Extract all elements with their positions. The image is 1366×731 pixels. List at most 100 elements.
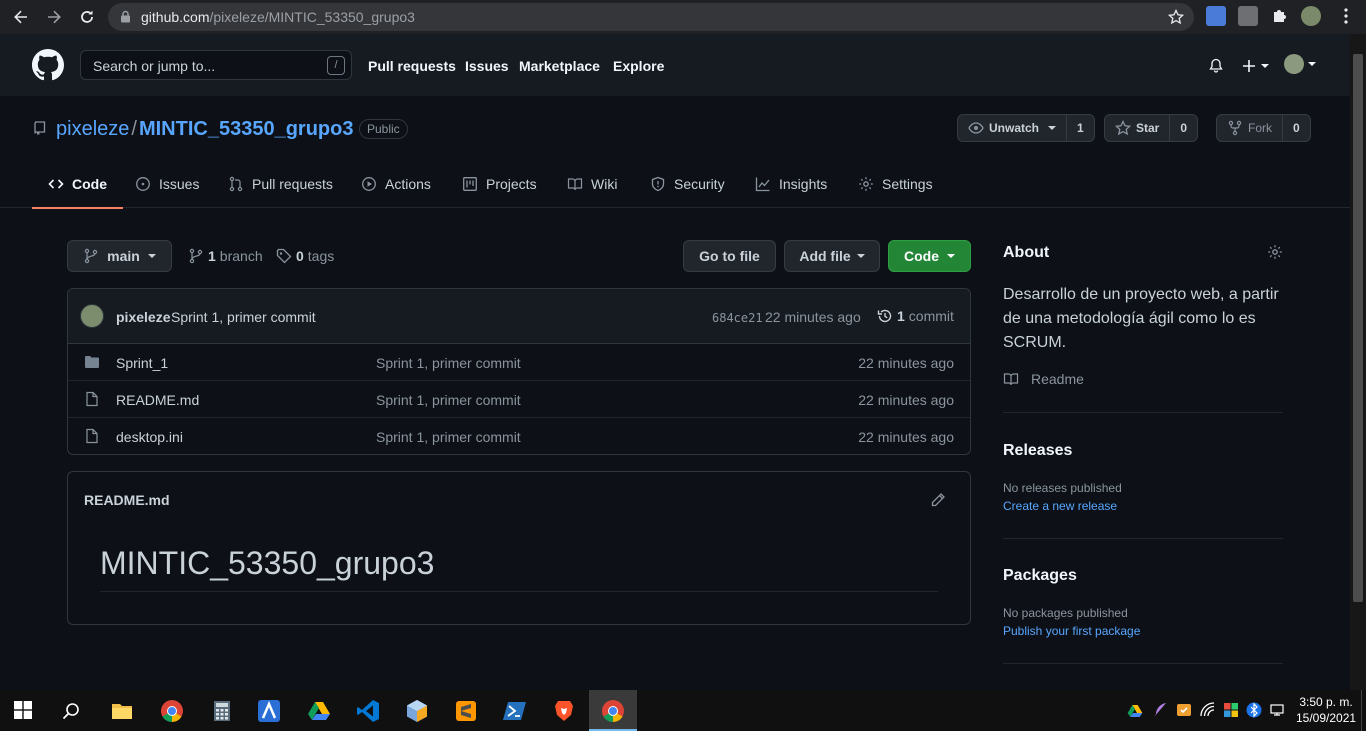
extensions-puzzle-icon[interactable] — [1270, 6, 1290, 26]
sublime-text-icon[interactable] — [454, 699, 478, 723]
releases-heading[interactable]: Releases — [1003, 442, 1072, 460]
watch-count[interactable]: 1 — [1067, 115, 1094, 141]
search-input[interactable]: Search or jump to... / — [80, 50, 352, 80]
file-commit-message[interactable]: Sprint 1, primer commit — [376, 392, 521, 408]
user-menu-button[interactable] — [1284, 54, 1316, 74]
readme-heading: MINTIC_53350_grupo3 — [100, 545, 435, 581]
commit-author-link[interactable]: pixeleze — [116, 309, 170, 325]
file-name-link[interactable]: desktop.ini — [116, 429, 183, 445]
app-tray-icon[interactable] — [1223, 702, 1239, 718]
profile-avatar[interactable] — [1301, 6, 1321, 26]
create-new-button[interactable] — [1241, 58, 1269, 74]
avatar[interactable] — [80, 304, 104, 328]
calculator-icon[interactable] — [210, 699, 234, 723]
virtualbox-icon[interactable] — [405, 699, 429, 723]
star-count[interactable]: 0 — [1170, 115, 1197, 141]
repo-name-link[interactable]: MINTIC_53350_grupo3 — [139, 118, 354, 140]
repo-header: pixeleze / MINTIC_53350_grupo3 Public Unwa… — [0, 96, 1350, 209]
browser-toolbar: github.com/pixeleze/MINTIC_53350_grupo3 — [0, 0, 1366, 34]
packages-heading[interactable]: Packages — [1003, 567, 1077, 585]
tab-insights[interactable]: Insights — [755, 171, 827, 208]
commit-sha-link[interactable]: 684ce21 — [712, 311, 763, 325]
bookmark-star-icon[interactable] — [1168, 9, 1184, 25]
tags-link[interactable]: 0 tags — [276, 248, 334, 264]
branch-icon — [84, 248, 98, 264]
nav-issues[interactable]: Issues — [465, 58, 509, 74]
go-to-file-button[interactable]: Go to file — [683, 240, 776, 272]
commit-history-link[interactable]: 1 commit — [877, 308, 954, 324]
tab-security[interactable]: Security — [650, 171, 725, 208]
back-arrow-icon[interactable] — [9, 5, 33, 29]
chevron-down-icon — [1048, 126, 1057, 130]
google-drive-icon[interactable] — [307, 699, 331, 723]
book-icon — [567, 178, 583, 191]
screenshot-extension-icon[interactable] — [1238, 6, 1258, 26]
fork-button[interactable]: Fork — [1217, 115, 1283, 141]
file-row[interactable]: Sprint_1 Sprint 1, primer commit 22 minu… — [68, 344, 970, 381]
publish-package-link[interactable]: Publish your first package — [1003, 624, 1140, 638]
browser-menu-icon[interactable] — [1336, 6, 1356, 26]
branches-link[interactable]: 1 branch — [188, 248, 263, 264]
tab-code[interactable]: Code — [32, 171, 123, 209]
tab-label: Actions — [385, 176, 431, 192]
add-file-button[interactable]: Add file — [784, 240, 880, 272]
address-bar[interactable]: github.com/pixeleze/MINTIC_53350_grupo3 — [108, 3, 1194, 31]
feather-tray-icon[interactable] — [1152, 702, 1168, 718]
file-commit-message[interactable]: Sprint 1, primer commit — [376, 355, 521, 371]
security-tray-icon[interactable] — [1176, 702, 1192, 718]
clock[interactable]: 3:50 p. m. 15/09/2021 — [1296, 694, 1356, 726]
scrollbar-thumb[interactable] — [1353, 54, 1363, 602]
star-button[interactable]: Star — [1105, 115, 1171, 141]
unwatch-label: Unwatch — [989, 121, 1040, 135]
tab-issues[interactable]: Issues — [135, 171, 199, 208]
readme-filename[interactable]: README.md — [84, 492, 170, 508]
show-desktop-button[interactable] — [1361, 690, 1362, 731]
bell-icon[interactable] — [1208, 58, 1224, 74]
wifi-icon[interactable] — [1200, 702, 1216, 718]
tab-wiki[interactable]: Wiki — [567, 171, 617, 208]
file-row[interactable]: desktop.ini Sprint 1, primer commit 22 m… — [68, 418, 970, 454]
code-button[interactable]: Code — [888, 240, 971, 272]
reload-icon[interactable] — [75, 5, 99, 29]
github-logo-icon[interactable] — [32, 49, 64, 81]
bluetooth-icon[interactable] — [1246, 702, 1262, 718]
clock-time: 3:50 p. m. — [1299, 695, 1353, 709]
file-commit-message[interactable]: Sprint 1, primer commit — [376, 429, 521, 445]
vscode-icon[interactable] — [356, 699, 380, 723]
gear-icon[interactable] — [1267, 244, 1283, 260]
search-icon[interactable] — [62, 702, 86, 726]
eye-icon — [968, 122, 984, 134]
tab-pull-requests[interactable]: Pull requests — [228, 171, 333, 208]
tab-projects[interactable]: Projects — [462, 171, 537, 208]
google-drive-tray-icon[interactable] — [1127, 703, 1143, 719]
active-chrome-task[interactable] — [589, 690, 637, 731]
branch-select-button[interactable]: main — [67, 240, 172, 272]
powershell-icon[interactable] — [503, 699, 527, 723]
tab-settings[interactable]: Settings — [858, 171, 933, 208]
app-icon[interactable] — [257, 699, 281, 723]
windows-start-icon[interactable] — [14, 701, 38, 725]
page-scrollbar[interactable] — [1350, 34, 1366, 690]
fork-count[interactable]: 0 — [1283, 115, 1310, 141]
lock-icon[interactable] — [120, 10, 131, 23]
forward-arrow-icon[interactable] — [42, 5, 66, 29]
tab-actions[interactable]: Actions — [361, 171, 431, 208]
nav-explore[interactable]: Explore — [613, 58, 664, 74]
file-name-link[interactable]: Sprint_1 — [116, 355, 168, 371]
file-explorer-icon[interactable] — [110, 699, 134, 723]
create-release-link[interactable]: Create a new release — [1003, 499, 1117, 513]
translate-extension-icon[interactable] — [1206, 6, 1226, 26]
unwatch-button[interactable]: Unwatch — [958, 115, 1068, 141]
network-icon[interactable] — [1270, 702, 1286, 718]
nav-pull-requests[interactable]: Pull requests — [368, 58, 456, 74]
file-age: 22 minutes ago — [858, 355, 954, 371]
file-row[interactable]: README.md Sprint 1, primer commit 22 min… — [68, 381, 970, 418]
nav-marketplace[interactable]: Marketplace — [519, 58, 600, 74]
repo-owner-link[interactable]: pixeleze — [56, 118, 129, 140]
brave-browser-icon[interactable] — [552, 699, 576, 723]
readme-link[interactable]: Readme — [1003, 371, 1084, 387]
pencil-icon[interactable] — [930, 492, 946, 508]
file-name-link[interactable]: README.md — [116, 392, 199, 408]
commit-message-link[interactable]: Sprint 1, primer commit — [171, 309, 316, 325]
chrome-icon[interactable] — [160, 699, 184, 723]
